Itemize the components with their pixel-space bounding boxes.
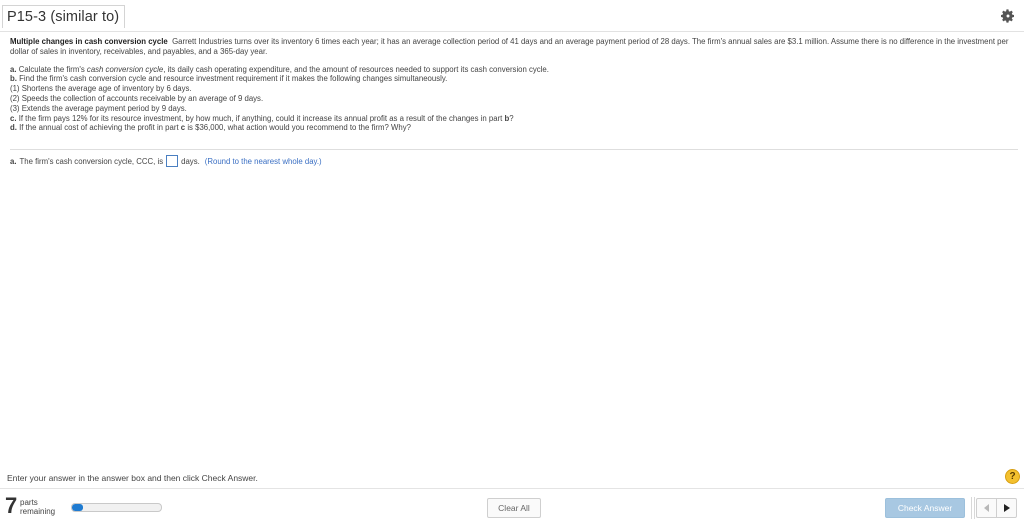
change-1: (1) Shortens the average age of inventor…: [10, 84, 192, 94]
question-b: b. Find the firm's cash conversion cycle…: [10, 74, 1018, 84]
rounding-hint: (Round to the nearest whole day.): [204, 156, 322, 166]
answer-suffix: days.: [181, 156, 200, 166]
previous-part-button[interactable]: [976, 498, 997, 518]
question-c-end: ?: [509, 113, 514, 123]
answer-prefix: The firm's cash conversion cycle, CCC, i…: [19, 156, 164, 166]
parts-remaining-label: parts remaining: [20, 498, 55, 516]
gear-icon[interactable]: [1000, 8, 1016, 24]
arrow-right-icon: [1003, 504, 1010, 512]
footer-bar: 7 parts remaining Clear All Check Answer: [0, 488, 1024, 523]
question-b-label: b.: [10, 74, 17, 84]
help-icon[interactable]: ?: [1005, 469, 1020, 484]
clear-all-button[interactable]: Clear All: [487, 498, 541, 518]
page-title: P15-3 (similar to): [7, 9, 120, 25]
question-b-text: Find the firm's cash conversion cycle an…: [19, 74, 448, 84]
header-bar: P15-3 (similar to): [0, 0, 1024, 32]
question-d-text: If the annual cost of achieving the prof…: [19, 123, 179, 133]
change-2: (2) Speeds the collection of accounts re…: [10, 93, 264, 103]
problem-heading: Multiple changes in cash conversion cycl…: [10, 37, 168, 46]
question-d-rest: is $36,000, what action would you recomm…: [187, 123, 411, 133]
question-a-text: Calculate the firm's: [18, 64, 85, 74]
check-answer-button[interactable]: Check Answer: [885, 498, 965, 518]
arrow-left-icon: [984, 504, 989, 512]
question-c: c. If the firm pays 12% for its resource…: [10, 114, 1018, 124]
ccc-answer-input[interactable]: [166, 155, 179, 167]
parts-label-line-2: remaining: [20, 507, 56, 516]
question-a: a. Calculate the firm's cash conversion …: [10, 65, 1018, 75]
question-a-label: a.: [10, 64, 17, 74]
title-tab: P15-3 (similar to): [2, 5, 125, 28]
question-a-term: cash conversion cycle: [86, 64, 164, 74]
progress-bar: [71, 503, 162, 512]
question-d-part-ref: c: [180, 123, 186, 133]
button-separator: [971, 497, 975, 519]
question-c-text: If the firm pays 12% for its resource in…: [18, 113, 503, 123]
next-part-button[interactable]: [996, 498, 1017, 518]
instructions-text: Enter your answer in the answer box and …: [7, 473, 258, 483]
problem-content: Multiple changes in cash conversion cycl…: [10, 37, 1018, 133]
answer-row: a. The firm's cash conversion cycle, CCC…: [10, 155, 322, 167]
answer-label: a.: [10, 156, 17, 166]
change-3: (3) Extends the average payment period b…: [10, 103, 187, 113]
question-list: a. Calculate the firm's cash conversion …: [10, 65, 1018, 134]
question-d-label: d.: [10, 123, 17, 133]
divider: [10, 149, 1018, 150]
question-a-rest: , its daily cash operating expenditure, …: [163, 64, 549, 74]
question-d: d. If the annual cost of achieving the p…: [10, 123, 1018, 133]
question-c-label: c.: [10, 113, 17, 123]
problem-statement: Multiple changes in cash conversion cycl…: [10, 37, 1018, 57]
parts-remaining-count: 7: [5, 493, 18, 518]
parts-label-line-1: parts: [20, 498, 38, 507]
progress-fill: [72, 504, 83, 511]
